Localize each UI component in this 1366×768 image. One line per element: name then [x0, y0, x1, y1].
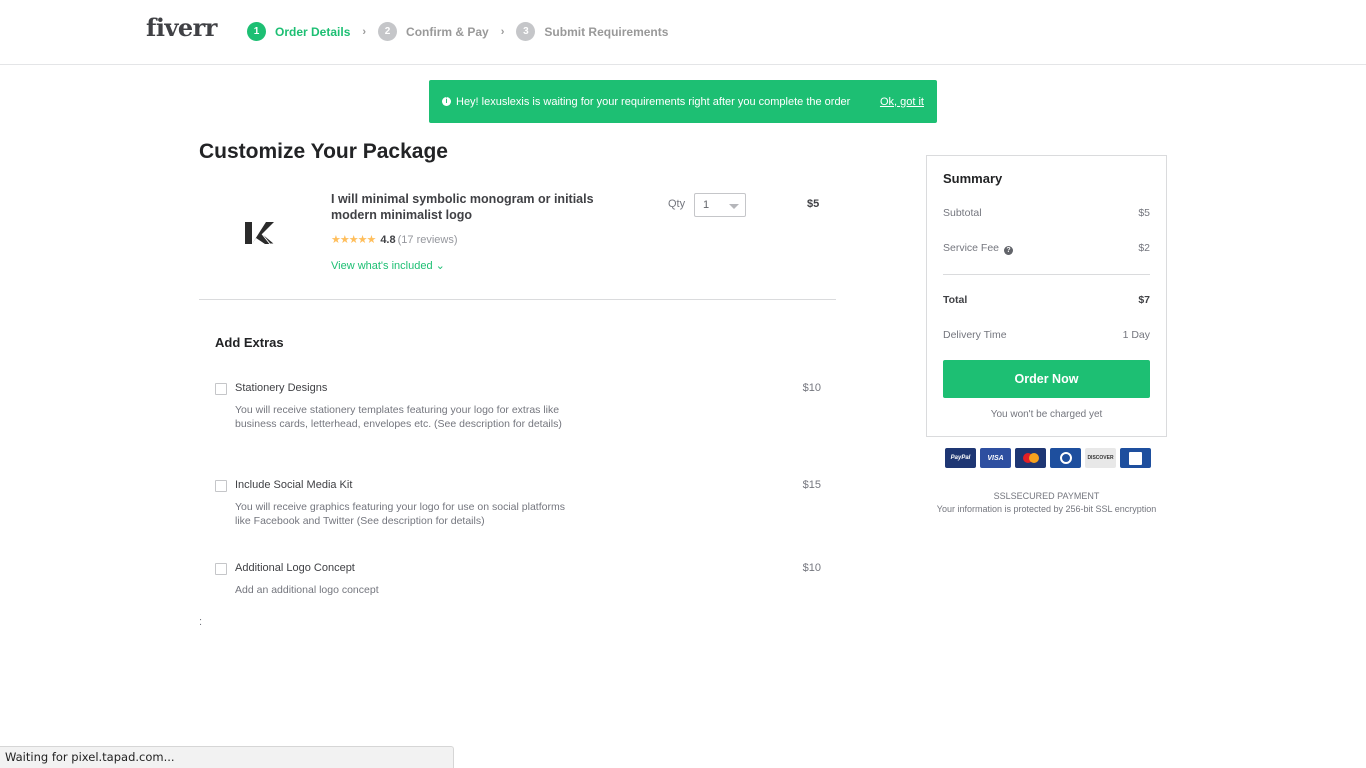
quantity-select[interactable]: 1: [694, 193, 746, 217]
visa-icon: VISA: [980, 448, 1011, 468]
extra-description: Add an additional logo concept: [235, 584, 379, 596]
extra-price: $15: [802, 479, 821, 491]
diners-club-icon: [1050, 448, 1081, 468]
dismiss-banner-link[interactable]: Ok, got it: [880, 96, 924, 108]
extra-name: Additional Logo Concept: [235, 562, 355, 574]
extra-description: You will receive graphics featuring your…: [235, 501, 565, 527]
page-title: Customize Your Package: [199, 140, 448, 163]
step-number: 2: [378, 22, 398, 41]
order-summary: Summary Subtotal $5 Service Fee ? $2 Tot…: [926, 155, 1167, 437]
extra-name: Stationery Designs: [235, 382, 328, 394]
delivery-value: 1 Day: [1122, 329, 1150, 341]
gig-price: $5: [807, 198, 820, 210]
stray-text: :: [199, 616, 203, 628]
top-header: fiverr 1 Order Details › 2 Confirm & Pay…: [0, 0, 1366, 65]
total-label: Total: [943, 294, 968, 306]
jcb-icon: [1120, 448, 1151, 468]
banner-message: Hey! lexuslexis is waiting for your requ…: [456, 95, 851, 108]
service-fee-row: Service Fee ? $2: [943, 242, 1150, 255]
step-label: Submit Requirements: [544, 24, 669, 39]
rating-value: 4.8: [380, 233, 396, 246]
delivery-row: Delivery Time 1 Day: [943, 329, 1150, 341]
divider: [199, 299, 836, 300]
step-order-details: 1 Order Details: [247, 22, 350, 41]
gig-rating: ★★★★★ 4.8 (17 reviews): [331, 233, 458, 247]
subtotal-row: Subtotal $5: [943, 207, 1150, 219]
view-included-link[interactable]: View what's included ⌄: [331, 259, 445, 272]
step-number: 1: [247, 22, 266, 41]
extras-title: Add Extras: [215, 335, 284, 350]
extra-checkbox[interactable]: [215, 563, 227, 575]
browser-status-bar: Waiting for pixel.tapad.com...: [0, 746, 454, 768]
star-rating-icon: ★★★★★: [331, 234, 376, 246]
order-now-button[interactable]: Order Now: [943, 360, 1150, 398]
total-value: $7: [1138, 294, 1150, 306]
help-icon[interactable]: ?: [1003, 246, 1013, 255]
not-charged-note: You won't be charged yet: [990, 409, 1103, 420]
step-submit-requirements: 3 Submit Requirements: [516, 22, 668, 41]
extra-checkbox[interactable]: [215, 383, 227, 395]
checkout-steps: 1 Order Details › 2 Confirm & Pay › 3 Su…: [247, 22, 668, 41]
chevron-right-icon: ›: [362, 25, 367, 38]
service-fee-value: $2: [1138, 242, 1150, 254]
ssl-secured-note: Your information is protected by 256-bit…: [936, 504, 1157, 514]
payment-methods: PayPal VISA DISCOVER: [945, 448, 1151, 468]
info-icon: i: [442, 97, 451, 106]
step-confirm-pay: 2 Confirm & Pay: [378, 22, 489, 41]
step-label: Confirm & Pay: [406, 24, 489, 39]
step-label: Order Details: [275, 24, 351, 39]
total-row: Total $7: [943, 294, 1150, 306]
extra-name: Include Social Media Kit: [235, 479, 353, 491]
service-fee-label: Service Fee: [943, 242, 1000, 254]
extra-description: You will receive stationery templates fe…: [235, 404, 562, 430]
chevron-down-icon: [729, 204, 739, 209]
extra-checkbox[interactable]: [215, 480, 227, 492]
extra-price: $10: [802, 382, 821, 394]
qty-label: Qty: [668, 198, 686, 210]
requirements-banner: i Hey! lexuslexis is waiting for your re…: [429, 80, 937, 123]
fiverr-logo[interactable]: fiverr: [146, 13, 217, 42]
divider: [943, 274, 1150, 275]
discover-icon: DISCOVER: [1085, 448, 1116, 468]
extra-price: $10: [802, 562, 821, 574]
subtotal-label: Subtotal: [943, 207, 982, 219]
quantity-value: 1: [703, 199, 710, 211]
review-count: (17 reviews): [397, 233, 458, 246]
delivery-label: Delivery Time: [943, 329, 1007, 341]
gig-title[interactable]: I will minimal symbolic monogram or init…: [331, 191, 621, 223]
paypal-icon: PayPal: [945, 448, 976, 468]
mastercard-icon: [1015, 448, 1046, 468]
step-number: 3: [516, 22, 536, 41]
ssl-secured-title: SSLSECURED PAYMENT: [993, 491, 1100, 501]
summary-title: Summary: [943, 171, 1003, 186]
subtotal-value: $5: [1138, 207, 1150, 219]
gig-thumbnail[interactable]: [232, 208, 284, 256]
chevron-right-icon: ›: [500, 25, 505, 38]
